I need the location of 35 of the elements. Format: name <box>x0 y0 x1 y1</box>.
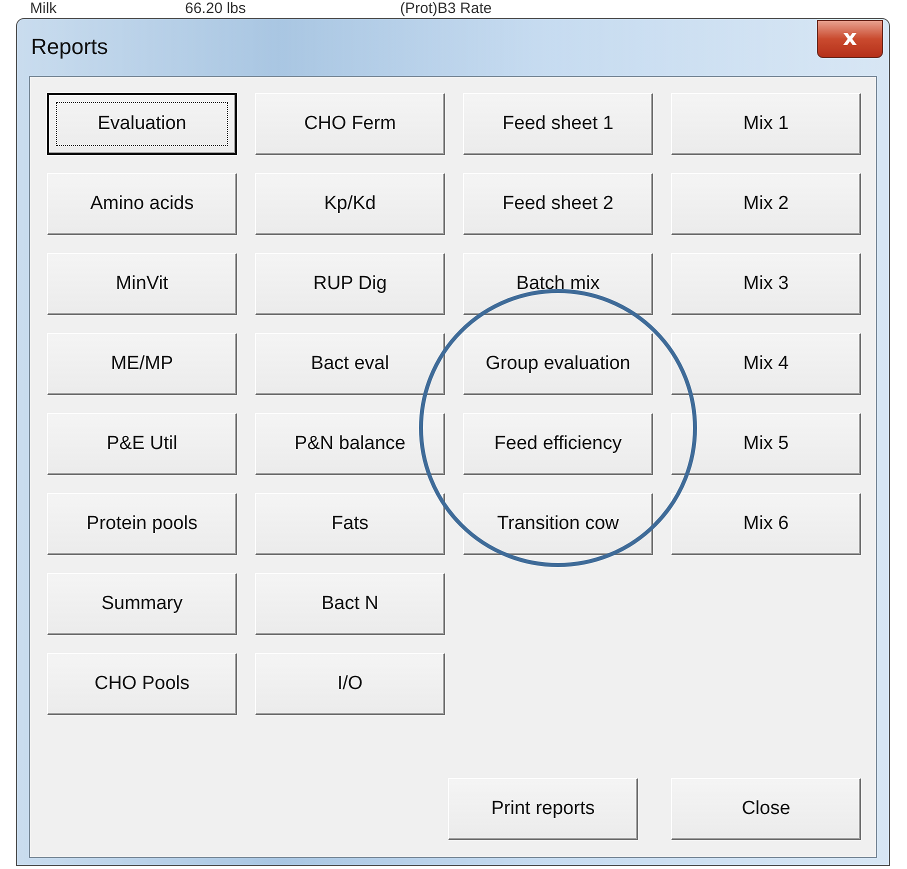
report-button[interactable]: Group evaluation <box>463 333 653 395</box>
report-button[interactable]: P&N balance <box>255 413 445 475</box>
report-button[interactable]: Fats <box>255 493 445 555</box>
report-button[interactable]: Close <box>671 778 861 840</box>
report-button[interactable]: Mix 6 <box>671 493 861 555</box>
window-close-button[interactable]: x <box>817 20 883 58</box>
report-button[interactable]: P&E Util <box>47 413 237 475</box>
report-button[interactable]: Protein pools <box>47 493 237 555</box>
background-text: Milk <box>30 0 57 17</box>
report-button[interactable]: CHO Ferm <box>255 93 445 155</box>
report-button[interactable]: Amino acids <box>47 173 237 235</box>
report-button[interactable]: MinVit <box>47 253 237 315</box>
report-button[interactable]: CHO Pools <box>47 653 237 715</box>
report-button[interactable]: RUP Dig <box>255 253 445 315</box>
window-title: Reports <box>30 34 108 60</box>
report-button[interactable]: Mix 2 <box>671 173 861 235</box>
report-button[interactable]: Summary <box>47 573 237 635</box>
report-button[interactable]: Bact N <box>255 573 445 635</box>
report-button[interactable]: Kp/Kd <box>255 173 445 235</box>
report-button[interactable]: Mix 5 <box>671 413 861 475</box>
report-button[interactable]: Mix 4 <box>671 333 861 395</box>
report-button[interactable]: Transition cow <box>463 493 653 555</box>
report-button[interactable]: Print reports <box>448 778 638 840</box>
report-button[interactable]: I/O <box>255 653 445 715</box>
report-button[interactable]: ME/MP <box>47 333 237 395</box>
background-text: (Prot)B3 Rate <box>400 0 492 17</box>
report-button[interactable]: Batch mix <box>463 253 653 315</box>
report-button[interactable]: Mix 3 <box>671 253 861 315</box>
report-button[interactable]: Feed sheet 1 <box>463 93 653 155</box>
report-button[interactable]: Mix 1 <box>671 93 861 155</box>
report-button[interactable]: Evaluation <box>47 93 237 155</box>
background-text: 66.20 lbs <box>185 0 246 17</box>
report-button[interactable]: Feed efficiency <box>463 413 653 475</box>
report-button[interactable]: Feed sheet 2 <box>463 173 653 235</box>
report-button[interactable]: Bact eval <box>255 333 445 395</box>
